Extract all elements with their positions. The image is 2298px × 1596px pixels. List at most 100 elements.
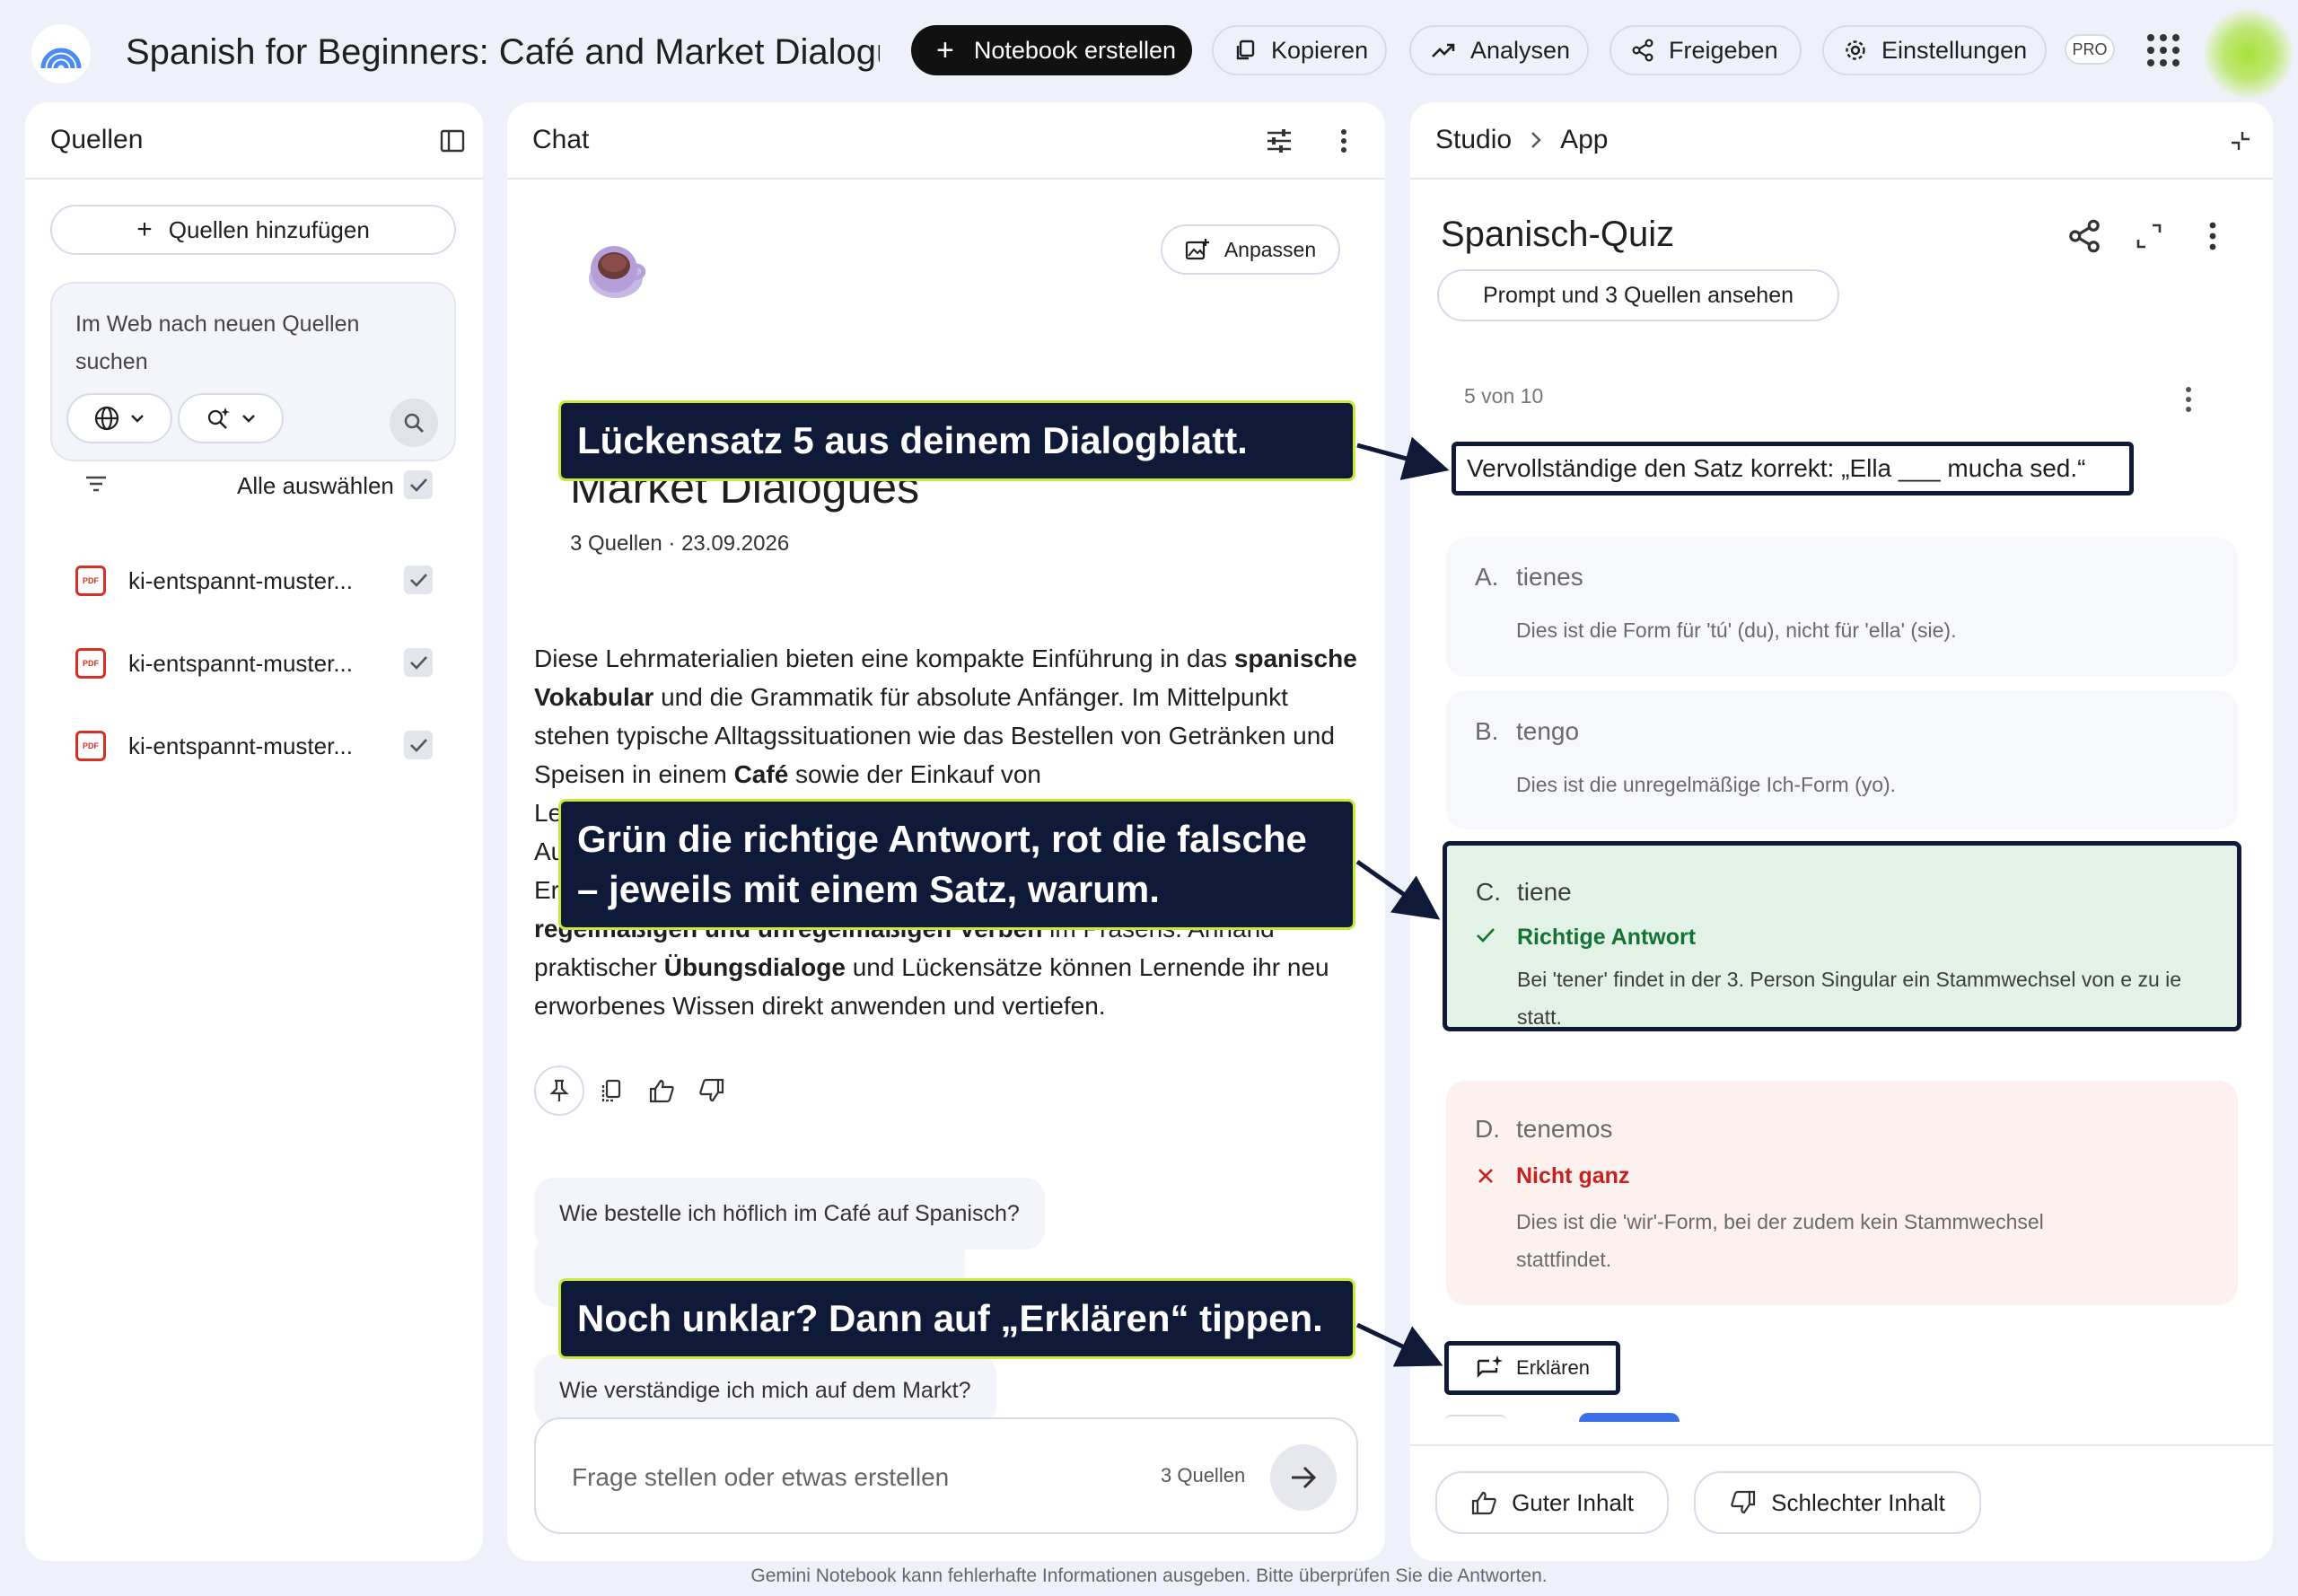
copy-icon xyxy=(1236,39,1255,60)
send-button[interactable] xyxy=(1270,1444,1337,1511)
thumbs-down-icon xyxy=(1731,1490,1756,1514)
chevron-right-icon xyxy=(1531,132,1541,148)
chat-input[interactable] xyxy=(572,1455,1128,1500)
pin-button[interactable] xyxy=(534,1065,584,1116)
notebook-title[interactable]: Spanish for Beginners: Café and Market D… xyxy=(126,25,880,79)
check-icon xyxy=(410,739,427,752)
check-icon xyxy=(410,478,427,492)
tune-icon[interactable] xyxy=(1266,128,1293,153)
explain-button[interactable]: Erklären xyxy=(1444,1341,1620,1395)
pro-badge: PRO xyxy=(2065,34,2115,65)
add-sources-button[interactable]: + Quellen hinzufügen xyxy=(50,205,456,255)
source-item[interactable]: PDF ki-entspannt-muster... xyxy=(25,636,483,689)
user-avatar[interactable] xyxy=(2204,9,2294,99)
sparkle-search-icon xyxy=(207,408,230,429)
source-checkbox[interactable] xyxy=(404,648,433,677)
callout-explain: Noch unklar? Dann auf „Erklären“ tippen. xyxy=(558,1278,1355,1359)
option-explanation: Bei 'tener' findet in der 3. Person Sing… xyxy=(1517,968,2182,1029)
check-icon xyxy=(410,656,427,670)
plus-icon: + xyxy=(936,33,954,67)
customize-label: Anpassen xyxy=(1224,237,1317,261)
customize-button[interactable]: Anpassen xyxy=(1161,224,1340,275)
chat-header: Chat xyxy=(507,102,1385,180)
app-logo[interactable] xyxy=(31,24,91,83)
plus-icon: + xyxy=(136,215,153,244)
web-search-box[interactable]: Im Web nach neuen Quellen suchen xyxy=(50,282,456,461)
copy-icon xyxy=(601,1079,621,1102)
thumbs-up-button[interactable] xyxy=(636,1065,687,1116)
quiz-title: Spanisch-Quiz xyxy=(1441,215,1675,254)
wrong-answer-label: Nicht ganz xyxy=(1516,1163,1630,1188)
source-item[interactable]: PDF ki-entspannt-muster... xyxy=(25,718,483,772)
option-letter: D. xyxy=(1475,1115,1500,1143)
pdf-file-icon: PDF xyxy=(75,648,106,679)
pdf-file-icon: PDF xyxy=(75,566,106,596)
option-text: tengo xyxy=(1516,717,1580,745)
check-icon xyxy=(410,574,427,587)
create-notebook-label: Notebook erstellen xyxy=(973,36,1176,64)
more-vert-icon[interactable] xyxy=(1339,128,1348,153)
settings-button[interactable]: Einstellungen xyxy=(1822,25,2047,75)
arrow-right-icon xyxy=(1292,1466,1317,1489)
share-icon xyxy=(1632,39,1653,62)
apps-grid-icon[interactable] xyxy=(2145,32,2181,68)
more-vert-icon[interactable] xyxy=(2208,221,2217,251)
disclaimer-footer: Gemini Notebook kann fehlerhafte Informa… xyxy=(750,1565,1548,1586)
callout-answers-text: Grün die richtige Antwort, rot die falsc… xyxy=(577,818,1307,910)
filter-icon[interactable] xyxy=(84,474,108,494)
fullscreen-icon[interactable] xyxy=(2136,223,2162,250)
collapse-icon[interactable] xyxy=(2229,129,2252,153)
chevron-down-icon xyxy=(131,415,144,423)
answer-option-a[interactable]: A. tienes Dies ist die Form für 'tú' (du… xyxy=(1446,538,2238,677)
chevron-down-icon xyxy=(242,415,255,423)
share-icon[interactable] xyxy=(2067,219,2101,253)
sources-panel: Quellen + Quellen hinzufügen Im Web nach… xyxy=(25,102,483,1561)
option-letter: B. xyxy=(1475,717,1499,745)
globe-icon xyxy=(94,406,119,431)
collapse-panel-icon[interactable] xyxy=(440,128,465,153)
more-vert-icon[interactable] xyxy=(2184,386,2193,413)
copy-button[interactable]: Kopieren xyxy=(1212,25,1387,75)
thumbs-up-icon xyxy=(1471,1491,1496,1515)
trending-up-icon xyxy=(1432,43,1455,57)
suggested-question[interactable]: Wie verständige ich mich auf dem Markt? xyxy=(534,1355,996,1426)
web-source-dropdown[interactable] xyxy=(66,393,172,443)
hidden-primary-button-edge xyxy=(1579,1413,1680,1422)
thumbs-up-icon xyxy=(649,1079,674,1103)
answer-option-b[interactable]: B. tengo Dies ist die unregelmäßige Ich-… xyxy=(1446,690,2238,829)
source-checkbox[interactable] xyxy=(404,731,433,759)
answer-option-c[interactable]: C. tiene Richtige Antwort Bei 'tener' fi… xyxy=(1443,841,2241,1031)
create-notebook-button[interactable]: + Notebook erstellen xyxy=(911,25,1192,75)
search-button[interactable] xyxy=(390,399,438,447)
coffee-cup-emoji-icon xyxy=(589,246,646,298)
select-all-checkbox[interactable] xyxy=(404,470,433,499)
correct-answer-label: Richtige Antwort xyxy=(1517,925,1697,950)
callout-answers: Grün die richtige Antwort, rot die falsc… xyxy=(558,799,1355,930)
thumbs-down-icon xyxy=(699,1078,724,1102)
good-content-button[interactable]: Guter Inhalt xyxy=(1435,1471,1669,1534)
breadcrumb-studio[interactable]: Studio xyxy=(1435,125,1512,155)
share-button[interactable]: Freigeben xyxy=(1609,25,1802,75)
source-item[interactable]: PDF ki-entspannt-muster... xyxy=(25,553,483,607)
gear-icon xyxy=(1846,40,1865,60)
footer-divider xyxy=(1410,1444,2273,1446)
copy-response-button[interactable] xyxy=(586,1065,636,1116)
share-label: Freigeben xyxy=(1669,36,1778,64)
thumbs-down-button[interactable] xyxy=(687,1065,737,1116)
select-all-row[interactable]: Alle auswählen xyxy=(25,458,483,512)
good-content-label: Guter Inhalt xyxy=(1512,1488,1634,1516)
web-search-prompt: Im Web nach neuen Quellen suchen xyxy=(75,311,360,374)
answer-option-d[interactable]: D. tenemos Nicht ganz Dies ist die 'wir'… xyxy=(1446,1081,2238,1305)
option-text: tenemos xyxy=(1516,1115,1613,1143)
explain-sparkle-icon xyxy=(1477,1355,1504,1378)
bad-content-button[interactable]: Schlechter Inhalt xyxy=(1694,1471,1981,1534)
sources-header: Quellen xyxy=(25,102,483,180)
research-mode-dropdown[interactable] xyxy=(178,393,284,443)
chat-title: Chat xyxy=(532,125,590,154)
analytics-button[interactable]: Analysen xyxy=(1409,25,1589,75)
source-checkbox[interactable] xyxy=(404,566,433,594)
image-edit-icon xyxy=(1185,239,1209,260)
view-prompt-button[interactable]: Prompt und 3 Quellen ansehen xyxy=(1437,269,1839,321)
callout-explain-text: Noch unklar? Dann auf „Erklären“ tippen. xyxy=(577,1297,1323,1339)
search-icon xyxy=(404,413,424,433)
